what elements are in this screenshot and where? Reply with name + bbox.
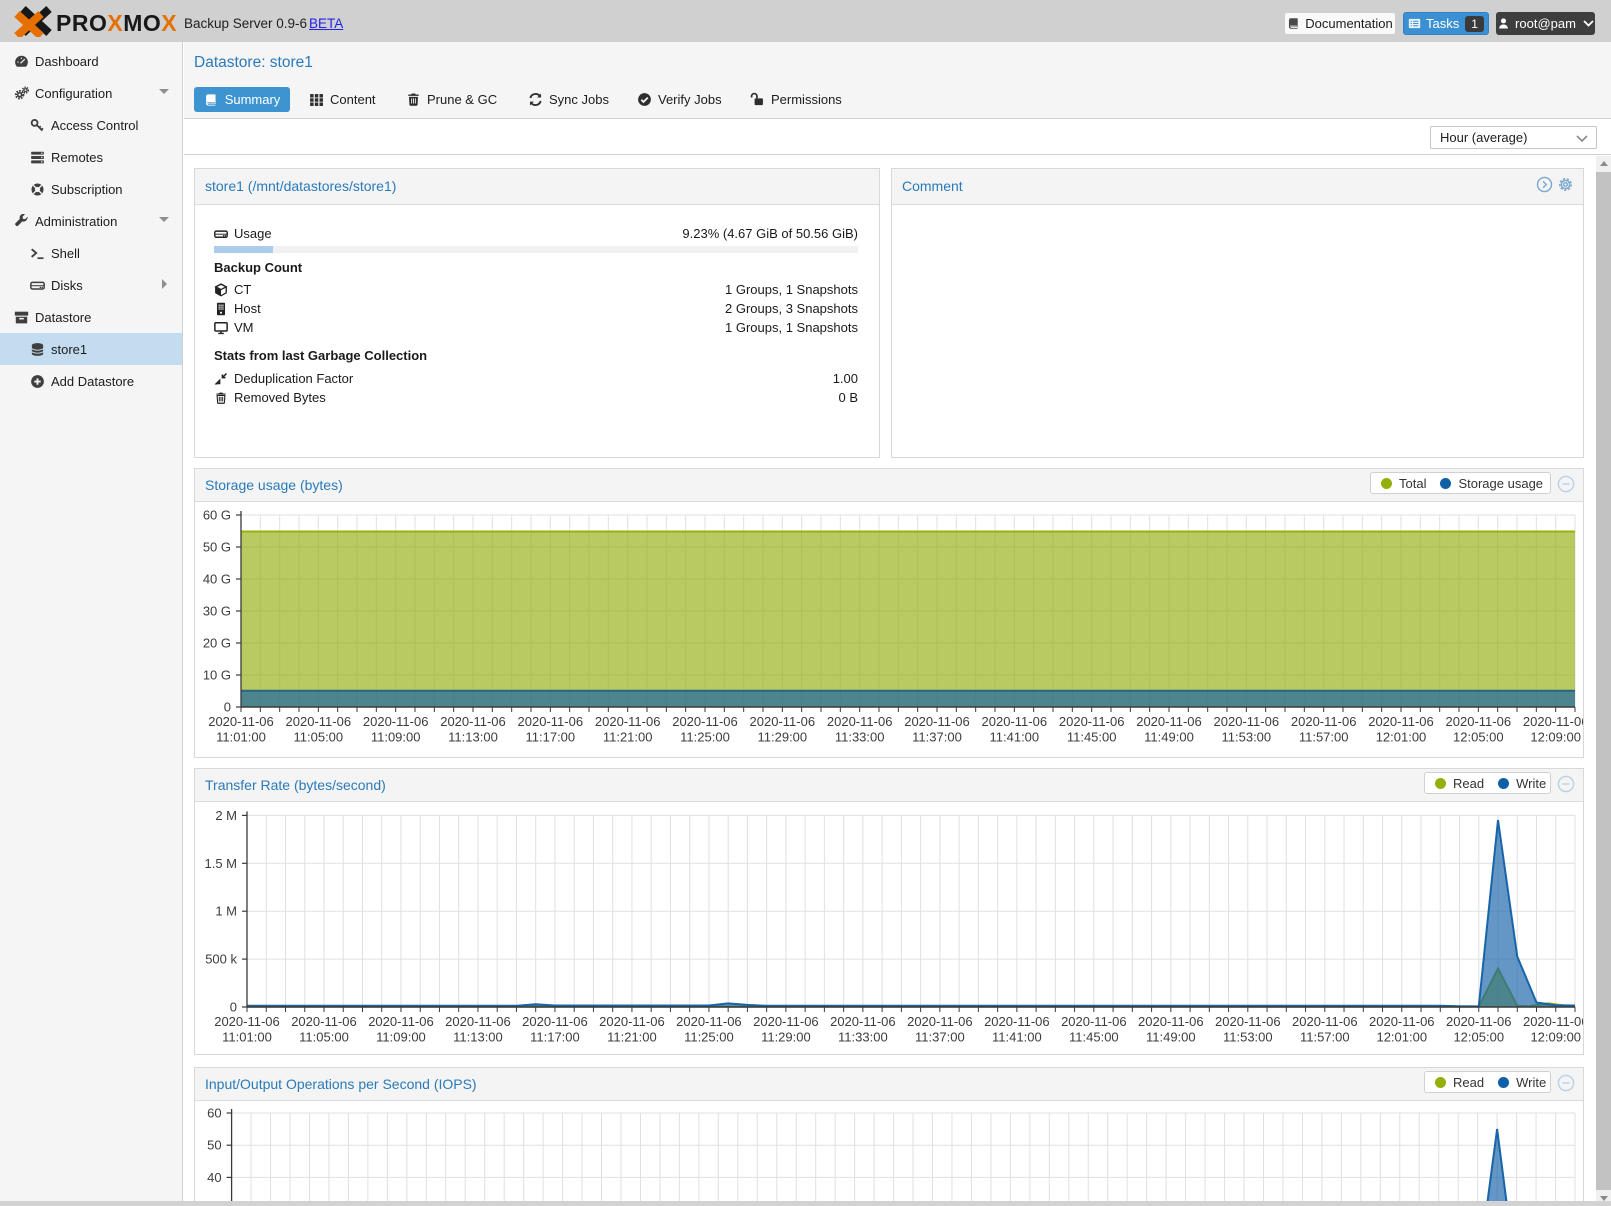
- svg-text:50: 50: [207, 1138, 221, 1153]
- svg-text:11:29:00: 11:29:00: [758, 730, 808, 745]
- svg-text:2020-11-06: 2020-11-06: [1214, 714, 1280, 729]
- svg-text:2020-11-06: 2020-11-06: [907, 1014, 973, 1029]
- svg-text:2020-11-06: 2020-11-06: [904, 714, 970, 729]
- svg-text:11:37:00: 11:37:00: [912, 730, 962, 745]
- svg-text:11:49:00: 11:49:00: [1146, 1030, 1196, 1045]
- svg-text:2020-11-06: 2020-11-06: [440, 714, 506, 729]
- svg-text:2020-11-06: 2020-11-06: [518, 714, 584, 729]
- svg-text:11:17:00: 11:17:00: [526, 730, 576, 745]
- svg-text:11:17:00: 11:17:00: [530, 1030, 580, 1045]
- svg-text:500 k: 500 k: [205, 952, 237, 967]
- svg-text:2020-11-06: 2020-11-06: [291, 1014, 357, 1029]
- svg-text:11:37:00: 11:37:00: [915, 1030, 965, 1045]
- svg-text:10 G: 10 G: [203, 668, 231, 683]
- svg-text:2020-11-06: 2020-11-06: [1446, 714, 1512, 729]
- svg-text:12:05:00: 12:05:00: [1453, 1030, 1504, 1045]
- svg-text:2020-11-06: 2020-11-06: [1446, 1014, 1512, 1029]
- svg-text:11:53:00: 11:53:00: [1223, 1030, 1273, 1045]
- svg-text:12:05:00: 12:05:00: [1453, 730, 1504, 745]
- svg-text:11:21:00: 11:21:00: [603, 730, 653, 745]
- svg-text:2020-11-06: 2020-11-06: [1136, 714, 1202, 729]
- svg-text:11:57:00: 11:57:00: [1300, 1030, 1350, 1045]
- svg-text:11:13:00: 11:13:00: [453, 1030, 503, 1045]
- svg-text:2020-11-06: 2020-11-06: [595, 714, 661, 729]
- svg-text:2020-11-06: 2020-11-06: [208, 714, 274, 729]
- svg-text:0: 0: [230, 1000, 237, 1015]
- svg-text:2020-11-06: 2020-11-06: [1061, 1014, 1127, 1029]
- svg-text:30 G: 30 G: [203, 604, 231, 619]
- svg-text:11:09:00: 11:09:00: [371, 730, 421, 745]
- svg-text:2020-11-06: 2020-11-06: [1291, 714, 1357, 729]
- svg-text:11:29:00: 11:29:00: [761, 1030, 811, 1045]
- svg-text:12:01:00: 12:01:00: [1376, 1030, 1427, 1045]
- svg-text:2020-11-06: 2020-11-06: [1523, 1014, 1583, 1029]
- svg-text:60: 60: [207, 1106, 221, 1121]
- svg-text:11:53:00: 11:53:00: [1222, 730, 1272, 745]
- svg-text:12:09:00: 12:09:00: [1530, 1030, 1581, 1045]
- svg-text:20 G: 20 G: [203, 636, 231, 651]
- svg-text:2020-11-06: 2020-11-06: [599, 1014, 665, 1029]
- svg-text:2020-11-06: 2020-11-06: [1523, 714, 1583, 729]
- svg-text:2020-11-06: 2020-11-06: [672, 714, 738, 729]
- svg-text:2 M: 2 M: [215, 808, 237, 823]
- svg-text:2020-11-06: 2020-11-06: [214, 1014, 280, 1029]
- svg-text:11:41:00: 11:41:00: [990, 730, 1040, 745]
- svg-text:2020-11-06: 2020-11-06: [676, 1014, 742, 1029]
- svg-text:2020-11-06: 2020-11-06: [522, 1014, 588, 1029]
- svg-text:11:25:00: 11:25:00: [684, 1030, 734, 1045]
- svg-text:40: 40: [207, 1170, 221, 1185]
- svg-text:11:05:00: 11:05:00: [299, 1030, 349, 1045]
- svg-text:2020-11-06: 2020-11-06: [984, 1014, 1050, 1029]
- svg-text:11:57:00: 11:57:00: [1299, 730, 1349, 745]
- svg-text:2020-11-06: 2020-11-06: [830, 1014, 896, 1029]
- svg-text:11:25:00: 11:25:00: [680, 730, 730, 745]
- svg-text:60 G: 60 G: [203, 508, 231, 523]
- svg-text:11:01:00: 11:01:00: [216, 730, 266, 745]
- svg-text:2020-11-06: 2020-11-06: [1215, 1014, 1281, 1029]
- svg-text:1.5 M: 1.5 M: [204, 856, 237, 871]
- svg-text:11:45:00: 11:45:00: [1067, 730, 1117, 745]
- svg-text:11:01:00: 11:01:00: [222, 1030, 272, 1045]
- svg-text:2020-11-06: 2020-11-06: [445, 1014, 511, 1029]
- svg-text:11:13:00: 11:13:00: [448, 730, 498, 745]
- svg-text:11:33:00: 11:33:00: [835, 730, 885, 745]
- svg-text:12:01:00: 12:01:00: [1376, 730, 1427, 745]
- svg-text:11:09:00: 11:09:00: [376, 1030, 426, 1045]
- svg-text:2020-11-06: 2020-11-06: [1369, 1014, 1435, 1029]
- svg-text:11:21:00: 11:21:00: [607, 1030, 657, 1045]
- svg-text:2020-11-06: 2020-11-06: [753, 1014, 819, 1029]
- svg-text:11:45:00: 11:45:00: [1069, 1030, 1119, 1045]
- svg-text:50 G: 50 G: [203, 540, 231, 555]
- svg-text:11:33:00: 11:33:00: [838, 1030, 888, 1045]
- svg-text:11:49:00: 11:49:00: [1144, 730, 1194, 745]
- svg-text:2020-11-06: 2020-11-06: [363, 714, 429, 729]
- svg-text:2020-11-06: 2020-11-06: [1059, 714, 1125, 729]
- svg-text:11:41:00: 11:41:00: [992, 1030, 1042, 1045]
- svg-text:2020-11-06: 2020-11-06: [750, 714, 816, 729]
- svg-text:11:05:00: 11:05:00: [294, 730, 344, 745]
- svg-text:40 G: 40 G: [203, 572, 231, 587]
- svg-text:2020-11-06: 2020-11-06: [1292, 1014, 1358, 1029]
- svg-text:2020-11-06: 2020-11-06: [827, 714, 893, 729]
- svg-text:12:09:00: 12:09:00: [1530, 730, 1581, 745]
- svg-text:2020-11-06: 2020-11-06: [982, 714, 1048, 729]
- svg-text:1 M: 1 M: [215, 904, 237, 919]
- svg-text:2020-11-06: 2020-11-06: [286, 714, 352, 729]
- svg-text:2020-11-06: 2020-11-06: [1368, 714, 1434, 729]
- svg-text:2020-11-06: 2020-11-06: [1138, 1014, 1204, 1029]
- svg-text:0: 0: [224, 700, 231, 715]
- svg-text:2020-11-06: 2020-11-06: [368, 1014, 434, 1029]
